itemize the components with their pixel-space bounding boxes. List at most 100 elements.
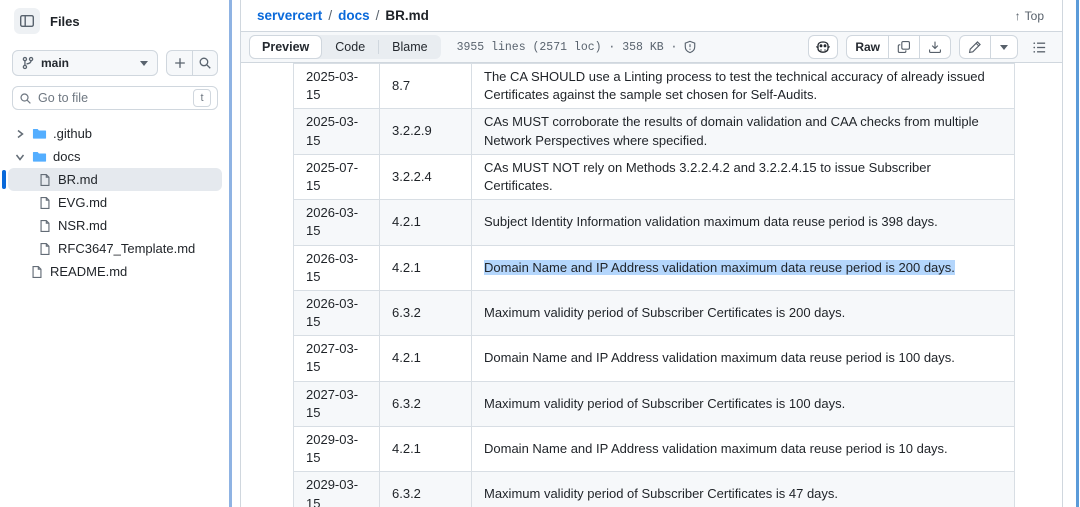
file-icon (38, 196, 52, 210)
description-text: Maximum validity period of Subscriber Ce… (484, 486, 838, 501)
section-cell: 3.2.2.9 (380, 109, 472, 154)
date-cell: 2025-03-15 (294, 109, 380, 154)
section-cell: 4.2.1 (380, 245, 472, 290)
breadcrumb-repo-link[interactable]: servercert (257, 8, 322, 23)
table-row: 2026-03-15 4.2.1 Subject Identity Inform… (294, 200, 1015, 245)
copilot-icon (815, 39, 831, 55)
description-cell: CAs MUST corroborate the results of doma… (472, 109, 1015, 154)
panel-resize-handle[interactable] (229, 0, 232, 507)
file-stats-text: 3955 lines (2571 loc) · 358 KB · (457, 41, 678, 54)
description-cell: Domain Name and IP Address validation ma… (472, 427, 1015, 472)
description-text: Domain Name and IP Address validation ma… (484, 350, 955, 365)
changes-table-body: 2025-03-15 8.7 The CA SHOULD use a Linti… (294, 64, 1015, 507)
date-cell: 2025-07-15 (294, 154, 380, 199)
breadcrumb-separator: / (376, 8, 380, 23)
git-branch-icon (21, 56, 35, 70)
section-cell: 6.3.2 (380, 290, 472, 335)
file-info: 3955 lines (2571 loc) · 358 KB · (457, 40, 698, 54)
folder-icon (32, 126, 47, 141)
section-cell: 4.2.1 (380, 427, 472, 472)
tab-code[interactable]: Code (322, 35, 378, 59)
description-text: Maximum validity period of Subscriber Ce… (484, 396, 845, 411)
table-row: 2025-07-15 3.2.2.4 CAs MUST NOT rely on … (294, 154, 1015, 199)
shortcut-key-badge: t (193, 89, 211, 107)
date-cell: 2029-03-15 (294, 427, 380, 472)
tree-item-brmd[interactable]: BR.md (8, 168, 222, 191)
copy-icon (897, 40, 911, 54)
description-cell: Domain Name and IP Address validation ma… (472, 245, 1015, 290)
table-row: 2025-03-15 3.2.2.9 CAs MUST corroborate … (294, 109, 1015, 154)
tree-item-docs-folder[interactable]: docs (8, 145, 222, 168)
search-icon (198, 56, 212, 70)
description-text: The CA SHOULD use a Linting process to t… (484, 69, 985, 102)
tree-item-rfc3647-template[interactable]: RFC3647_Template.md (8, 237, 222, 260)
tree-item-github-folder[interactable]: .github (8, 122, 222, 145)
file-tree: .github docs BR.md EVG.md NSR.md RFC3647… (0, 122, 230, 283)
description-cell: Maximum validity period of Subscriber Ce… (472, 381, 1015, 426)
edit-dropdown-button[interactable] (990, 36, 1017, 58)
edit-file-button[interactable] (960, 36, 990, 58)
back-to-top-link[interactable]: ↑ Top (1015, 9, 1044, 23)
search-tree-button[interactable] (192, 51, 217, 75)
breadcrumb-separator: / (328, 8, 332, 23)
file-icon (38, 219, 52, 233)
description-text: Maximum validity period of Subscriber Ce… (484, 305, 845, 320)
description-text: Domain Name and IP Address validation ma… (484, 441, 948, 456)
table-row: 2027-03-15 4.2.1 Domain Name and IP Addr… (294, 336, 1015, 381)
date-cell: 2025-03-15 (294, 64, 380, 109)
copilot-button[interactable] (808, 35, 838, 59)
search-icon (19, 92, 32, 105)
table-row: 2026-03-15 6.3.2 Maximum validity period… (294, 290, 1015, 335)
table-row: 2027-03-15 6.3.2 Maximum validity period… (294, 381, 1015, 426)
file-view-card: servercert / docs / BR.md ↑ Top Preview … (240, 0, 1063, 507)
date-cell: 2029-03-15 (294, 472, 380, 507)
raw-button[interactable]: Raw (847, 36, 888, 58)
collapse-sidebar-button[interactable] (14, 8, 40, 34)
section-cell: 6.3.2 (380, 381, 472, 426)
top-label: Top (1025, 9, 1044, 23)
view-mode-tabs: Preview Code Blame (249, 35, 441, 59)
table-row: 2029-03-15 4.2.1 Domain Name and IP Addr… (294, 427, 1015, 472)
edit-group (959, 35, 1018, 59)
tab-preview[interactable]: Preview (249, 35, 322, 59)
description-cell: Subject Identity Information validation … (472, 200, 1015, 245)
date-cell: 2026-03-15 (294, 200, 380, 245)
up-arrow-icon: ↑ (1015, 9, 1021, 23)
list-unordered-icon (1032, 40, 1047, 55)
tree-item-readme[interactable]: README.md (8, 260, 222, 283)
description-cell: Maximum validity period of Subscriber Ce… (472, 472, 1015, 507)
file-icon (30, 265, 44, 279)
copy-raw-button[interactable] (888, 36, 919, 58)
pencil-icon (968, 40, 982, 54)
tree-item-nsrmd[interactable]: NSR.md (8, 214, 222, 237)
tree-item-evgmd[interactable]: EVG.md (8, 191, 222, 214)
folder-open-icon (32, 149, 47, 164)
description-text: Domain Name and IP Address validation ma… (484, 260, 955, 275)
table-row: 2029-03-15 6.3.2 Maximum validity period… (294, 472, 1015, 507)
download-icon (928, 40, 942, 54)
date-cell: 2027-03-15 (294, 336, 380, 381)
file-tree-panel: Files main t (0, 0, 230, 507)
file-icon (38, 173, 52, 187)
new-file-button[interactable] (167, 51, 192, 75)
branch-selector[interactable]: main (12, 50, 158, 76)
section-cell: 8.7 (380, 64, 472, 109)
breadcrumb-folder-link[interactable]: docs (338, 8, 370, 23)
description-cell: Domain Name and IP Address validation ma… (472, 336, 1015, 381)
outline-button[interactable] (1026, 35, 1052, 59)
file-toolbar: Preview Code Blame 3955 lines (2571 loc)… (241, 32, 1062, 63)
tab-blame[interactable]: Blame (379, 35, 440, 59)
breadcrumb-current-file: BR.md (385, 8, 429, 23)
files-panel-title: Files (50, 14, 80, 29)
section-cell: 3.2.2.4 (380, 154, 472, 199)
go-to-file-search[interactable]: t (12, 86, 218, 110)
chevron-down-icon (139, 58, 149, 68)
description-text: CAs MUST NOT rely on Methods 3.2.2.4.2 a… (484, 160, 931, 193)
download-button[interactable] (919, 36, 950, 58)
branch-name: main (41, 56, 133, 70)
shield-exclamation-icon (683, 40, 697, 54)
selected-indicator (2, 170, 6, 189)
go-to-file-input[interactable] (38, 91, 187, 105)
description-cell: Maximum validity period of Subscriber Ce… (472, 290, 1015, 335)
chevron-down-icon (999, 42, 1009, 52)
